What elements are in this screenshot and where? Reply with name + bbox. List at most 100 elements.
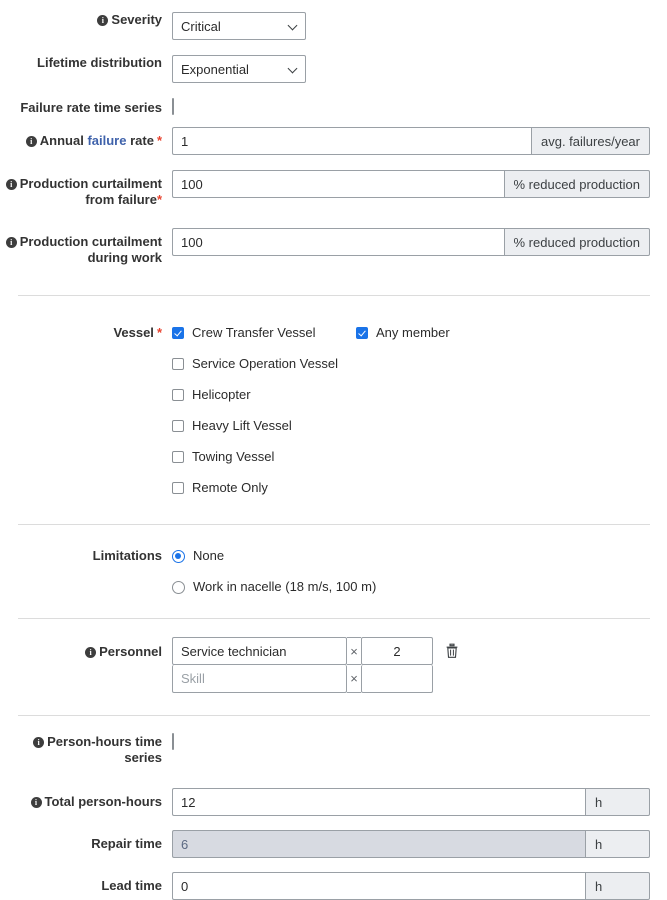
- row-personnel: iPersonnel × ×: [0, 619, 667, 693]
- delete-icon[interactable]: [445, 643, 459, 659]
- vessel-checkbox[interactable]: [172, 358, 184, 370]
- vessel-checkbox[interactable]: [172, 482, 184, 494]
- lead-time-unit: h: [585, 872, 650, 900]
- field-total-person-hours: h: [172, 788, 667, 816]
- curtailment-from-failure-unit: % reduced production: [503, 170, 650, 198]
- vessel-option-crew-transfer-vessel[interactable]: Crew Transfer Vessel: [172, 321, 356, 345]
- label-curtailment-from-failure-line2: from failure: [85, 192, 157, 207]
- curtailment-from-failure-group: % reduced production: [172, 170, 650, 198]
- severity-select-wrap: Critical: [172, 12, 306, 40]
- total-person-hours-group: h: [172, 788, 650, 816]
- info-icon[interactable]: i: [5, 179, 17, 190]
- label-severity-text: Severity: [111, 12, 162, 27]
- label-curtailment-during-work: i Production curtailment during work: [0, 228, 172, 266]
- vessel-checkbox[interactable]: [172, 451, 184, 463]
- vessel-checkbox[interactable]: [172, 327, 184, 339]
- lead-time-input[interactable]: [172, 872, 585, 900]
- field-limitations: None Work in nacelle (18 m/s, 100 m): [172, 544, 667, 599]
- field-person-hours-time-series: [172, 733, 667, 750]
- label-person-hours-time-series: i Person-hours time series: [0, 734, 172, 766]
- curtailment-from-failure-input[interactable]: [172, 170, 504, 198]
- personnel-skill-input[interactable]: [172, 637, 347, 665]
- info-icon[interactable]: i: [30, 797, 42, 808]
- any-member-checkbox[interactable]: [356, 327, 368, 339]
- personnel-quantity-input[interactable]: [361, 637, 433, 665]
- vessel-option-label: Remote Only: [192, 480, 268, 495]
- field-failure-rate-time-series: [172, 98, 667, 115]
- personnel-quantity-input[interactable]: [361, 665, 433, 693]
- label-curtailment-during-work-line1: Production curtailment: [19, 234, 162, 249]
- vessel-option-any-member[interactable]: Any member: [356, 321, 450, 345]
- label-lifetime-distribution: Lifetime distribution: [0, 55, 172, 71]
- personnel-row: ×: [172, 637, 433, 665]
- person-hours-time-series-checkbox[interactable]: [172, 733, 174, 750]
- vessel-option-remote-only[interactable]: Remote Only: [172, 476, 356, 500]
- severity-select[interactable]: Critical: [172, 12, 306, 40]
- any-member-label: Any member: [376, 325, 450, 340]
- info-icon[interactable]: i: [85, 647, 97, 658]
- info-icon[interactable]: i: [33, 737, 45, 748]
- vessel-checkbox[interactable]: [172, 420, 184, 432]
- label-repair-time-text: Repair time: [91, 836, 162, 851]
- row-curtailment-during-work: iProduction curtailment during work % re…: [0, 208, 667, 266]
- label-curtailment-from-failure-line1: Production curtailment: [19, 176, 162, 191]
- vessel-option-helicopter[interactable]: Helicopter: [172, 383, 356, 407]
- row-annual-failure-rate: iAnnual failure rate* avg. failures/year: [0, 116, 667, 155]
- limitations-option-none[interactable]: None: [172, 544, 650, 568]
- row-lead-time: Lead time h: [0, 858, 667, 900]
- vessel-option-label: Towing Vessel: [192, 449, 275, 464]
- vessel-checkbox[interactable]: [172, 389, 184, 401]
- info-icon[interactable]: i: [97, 15, 109, 26]
- field-personnel: × ×: [172, 637, 667, 693]
- failure-mode-form: i Severity Critical Lifetime distribution…: [0, 0, 667, 900]
- vessel-option-service-operation-vessel[interactable]: Service Operation Vessel: [172, 352, 356, 376]
- label-lifetime-distribution-text: Lifetime distribution: [37, 55, 162, 70]
- label-person-hours-time-series-line1: Person-hours time: [47, 734, 162, 749]
- label-curtailment-during-work-line2: during work: [87, 250, 162, 265]
- label-total-person-hours: i Total person-hours: [0, 788, 172, 810]
- annual-failure-rate-unit: avg. failures/year: [531, 127, 650, 155]
- repair-time-group: h: [172, 830, 650, 858]
- field-lead-time: h: [172, 872, 667, 900]
- info-icon[interactable]: i: [25, 136, 37, 147]
- personnel-skill-input[interactable]: [172, 665, 347, 693]
- limitations-option-work-in-nacelle[interactable]: Work in nacelle (18 m/s, 100 m): [172, 575, 650, 599]
- limitations-radio[interactable]: [172, 549, 185, 563]
- vessel-option-towing-vessel[interactable]: Towing Vessel: [172, 445, 356, 469]
- limitations-radio[interactable]: [172, 580, 185, 594]
- row-vessel: Vessel * Crew Transfer Vessel Service Ope…: [0, 296, 667, 500]
- vessel-option-label: Crew Transfer Vessel: [192, 325, 316, 340]
- vessel-option-label: Helicopter: [192, 387, 251, 402]
- vessel-options-column: Crew Transfer Vessel Service Operation V…: [172, 321, 356, 500]
- curtailment-during-work-unit: % reduced production: [503, 228, 650, 256]
- failure-rate-time-series-checkbox[interactable]: [172, 98, 174, 115]
- label-person-hours-time-series-line2: series: [124, 750, 162, 765]
- vessel-option-label: Heavy Lift Vessel: [192, 418, 292, 433]
- curtailment-during-work-input[interactable]: [172, 228, 504, 256]
- field-lifetime-distribution: Exponential: [172, 55, 667, 83]
- row-curtailment-from-failure: iProduction curtailment from failure* % …: [0, 155, 667, 208]
- field-annual-failure-rate: avg. failures/year: [172, 127, 667, 155]
- label-limitations-text: Limitations: [92, 548, 162, 563]
- lifetime-distribution-select-wrap: Exponential: [172, 55, 306, 83]
- label-lead-time-text: Lead time: [101, 878, 162, 893]
- label-severity: i Severity: [0, 12, 172, 28]
- lifetime-distribution-select[interactable]: Exponential: [172, 55, 306, 83]
- glossary-link-failure[interactable]: failure: [87, 133, 126, 148]
- label-personnel-text: Personnel: [99, 644, 162, 659]
- total-person-hours-input[interactable]: [172, 788, 585, 816]
- annual-failure-rate-input[interactable]: [172, 127, 531, 155]
- field-vessel: Crew Transfer Vessel Service Operation V…: [172, 321, 667, 500]
- field-curtailment-during-work: % reduced production: [172, 228, 667, 256]
- label-limitations: Limitations: [0, 544, 172, 564]
- limitations-option-label: None: [193, 548, 225, 563]
- vessel-option-heavy-lift-vessel[interactable]: Heavy Lift Vessel: [172, 414, 356, 438]
- row-total-person-hours: iTotal person-hours h: [0, 766, 667, 816]
- field-severity: Critical: [172, 12, 667, 40]
- label-repair-time: Repair time: [0, 830, 172, 852]
- label-lead-time: Lead time: [0, 872, 172, 894]
- info-icon[interactable]: i: [5, 237, 17, 248]
- field-repair-time: h: [172, 830, 667, 858]
- lead-time-group: h: [172, 872, 650, 900]
- curtailment-during-work-group: % reduced production: [172, 228, 650, 256]
